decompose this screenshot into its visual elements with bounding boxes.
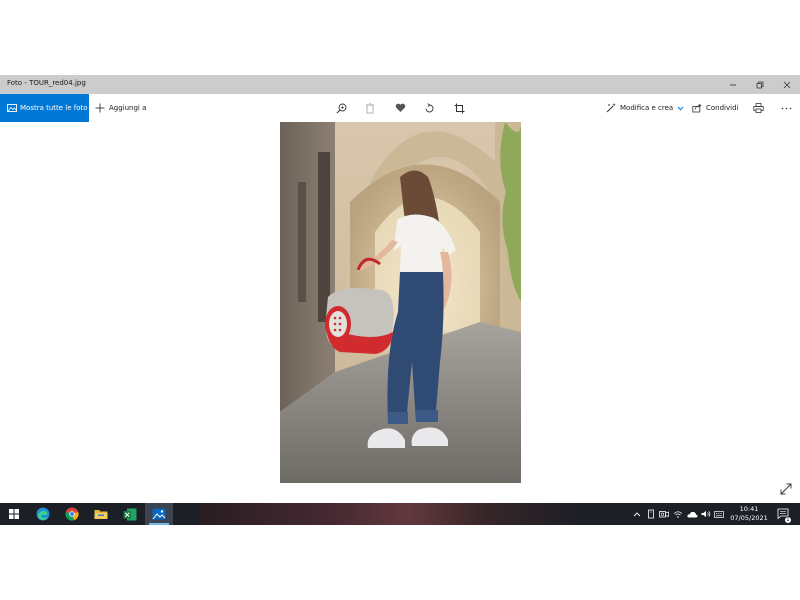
speaker-icon — [701, 510, 711, 518]
chevron-up-icon — [633, 511, 641, 516]
show-all-photos-button[interactable]: Mostra tutte le foto — [0, 94, 89, 122]
show-hidden-icons-button[interactable] — [630, 503, 644, 525]
wallpaper-tint — [200, 503, 580, 525]
edge-icon — [36, 507, 50, 521]
photo-gallery-icon — [7, 104, 17, 112]
print-icon — [752, 103, 764, 113]
excel-icon — [123, 508, 137, 520]
share-label: Condividi — [706, 104, 739, 112]
close-icon — [783, 81, 791, 88]
restore-button[interactable] — [747, 75, 773, 94]
clock-date: 07/05/2021 — [730, 514, 768, 522]
pen-icon — [648, 509, 654, 519]
active-app-indicator — [149, 523, 169, 525]
tray-keyboard-button[interactable] — [713, 503, 725, 525]
taskbar-chrome[interactable] — [58, 503, 86, 525]
tray-onedrive-button[interactable] — [686, 503, 698, 525]
photos-app-window: Foto - TOUR_red04.jpg Mostra tutte le fo… — [0, 75, 800, 503]
windows-logo-icon — [9, 509, 19, 519]
action-center-button[interactable]: 1 — [776, 503, 791, 525]
notification-badge: 1 — [785, 517, 791, 523]
taskbar-edge[interactable] — [29, 503, 57, 525]
minimize-button[interactable] — [720, 75, 746, 94]
chrome-icon — [65, 507, 79, 521]
folder-icon — [94, 510, 108, 519]
edit-create-button[interactable]: Modifica e crea — [606, 94, 684, 122]
taskbar-photos[interactable] — [145, 503, 173, 525]
wifi-icon — [673, 511, 683, 518]
screen: Foto - TOUR_red04.jpg Mostra tutte le fo… — [0, 0, 800, 600]
crop-icon — [454, 103, 464, 113]
tray-volume-button[interactable] — [700, 503, 712, 525]
show-all-photos-label: Mostra tutte le foto — [20, 104, 88, 112]
window-title: Foto - TOUR_red04.jpg — [7, 79, 86, 87]
restore-icon — [756, 81, 764, 88]
expand-icon — [780, 483, 792, 495]
minimize-icon — [730, 84, 736, 85]
taskbar: 10:41 07/05/2021 1 — [0, 503, 800, 525]
heart-icon — [395, 103, 405, 112]
photos-icon — [152, 508, 166, 520]
toolbar: Mostra tutte le foto Aggiungi a Modifica… — [0, 94, 800, 122]
rotate-icon — [425, 102, 433, 112]
favorite-button[interactable] — [390, 98, 410, 118]
close-button[interactable] — [774, 75, 800, 94]
camera-icon — [659, 511, 669, 518]
more-button[interactable] — [776, 98, 796, 118]
clock[interactable]: 10:41 07/05/2021 — [725, 505, 773, 523]
photo-image — [280, 122, 521, 483]
taskbar-file-explorer[interactable] — [87, 503, 115, 525]
start-button[interactable] — [0, 503, 28, 525]
tray-pen-button[interactable] — [645, 503, 657, 525]
clock-time: 10:41 — [739, 505, 759, 513]
print-button[interactable] — [748, 98, 768, 118]
edit-create-label: Modifica e crea — [620, 104, 674, 112]
delete-icon — [366, 102, 374, 113]
taskbar-excel[interactable] — [116, 503, 144, 525]
delete-button[interactable] — [360, 98, 380, 118]
zoom-button[interactable] — [331, 98, 351, 118]
cloud-icon — [686, 511, 698, 517]
share-icon — [692, 103, 702, 113]
plus-icon — [95, 103, 105, 113]
crop-button[interactable] — [449, 98, 469, 118]
fullscreen-button[interactable] — [777, 480, 795, 498]
more-icon — [781, 107, 791, 109]
zoom-icon — [335, 103, 346, 114]
edit-sparkle-icon — [606, 103, 616, 113]
photo-canvas[interactable] — [280, 122, 521, 483]
chevron-down-icon — [677, 106, 684, 111]
tray-network-button[interactable] — [672, 503, 684, 525]
title-bar: Foto - TOUR_red04.jpg — [0, 75, 800, 94]
add-to-label: Aggiungi a — [109, 104, 147, 112]
rotate-button[interactable] — [419, 98, 439, 118]
add-to-button[interactable]: Aggiungi a — [95, 94, 146, 122]
share-button[interactable]: Condividi — [692, 94, 738, 122]
keyboard-icon — [714, 510, 724, 518]
tray-camera-button[interactable] — [658, 503, 670, 525]
